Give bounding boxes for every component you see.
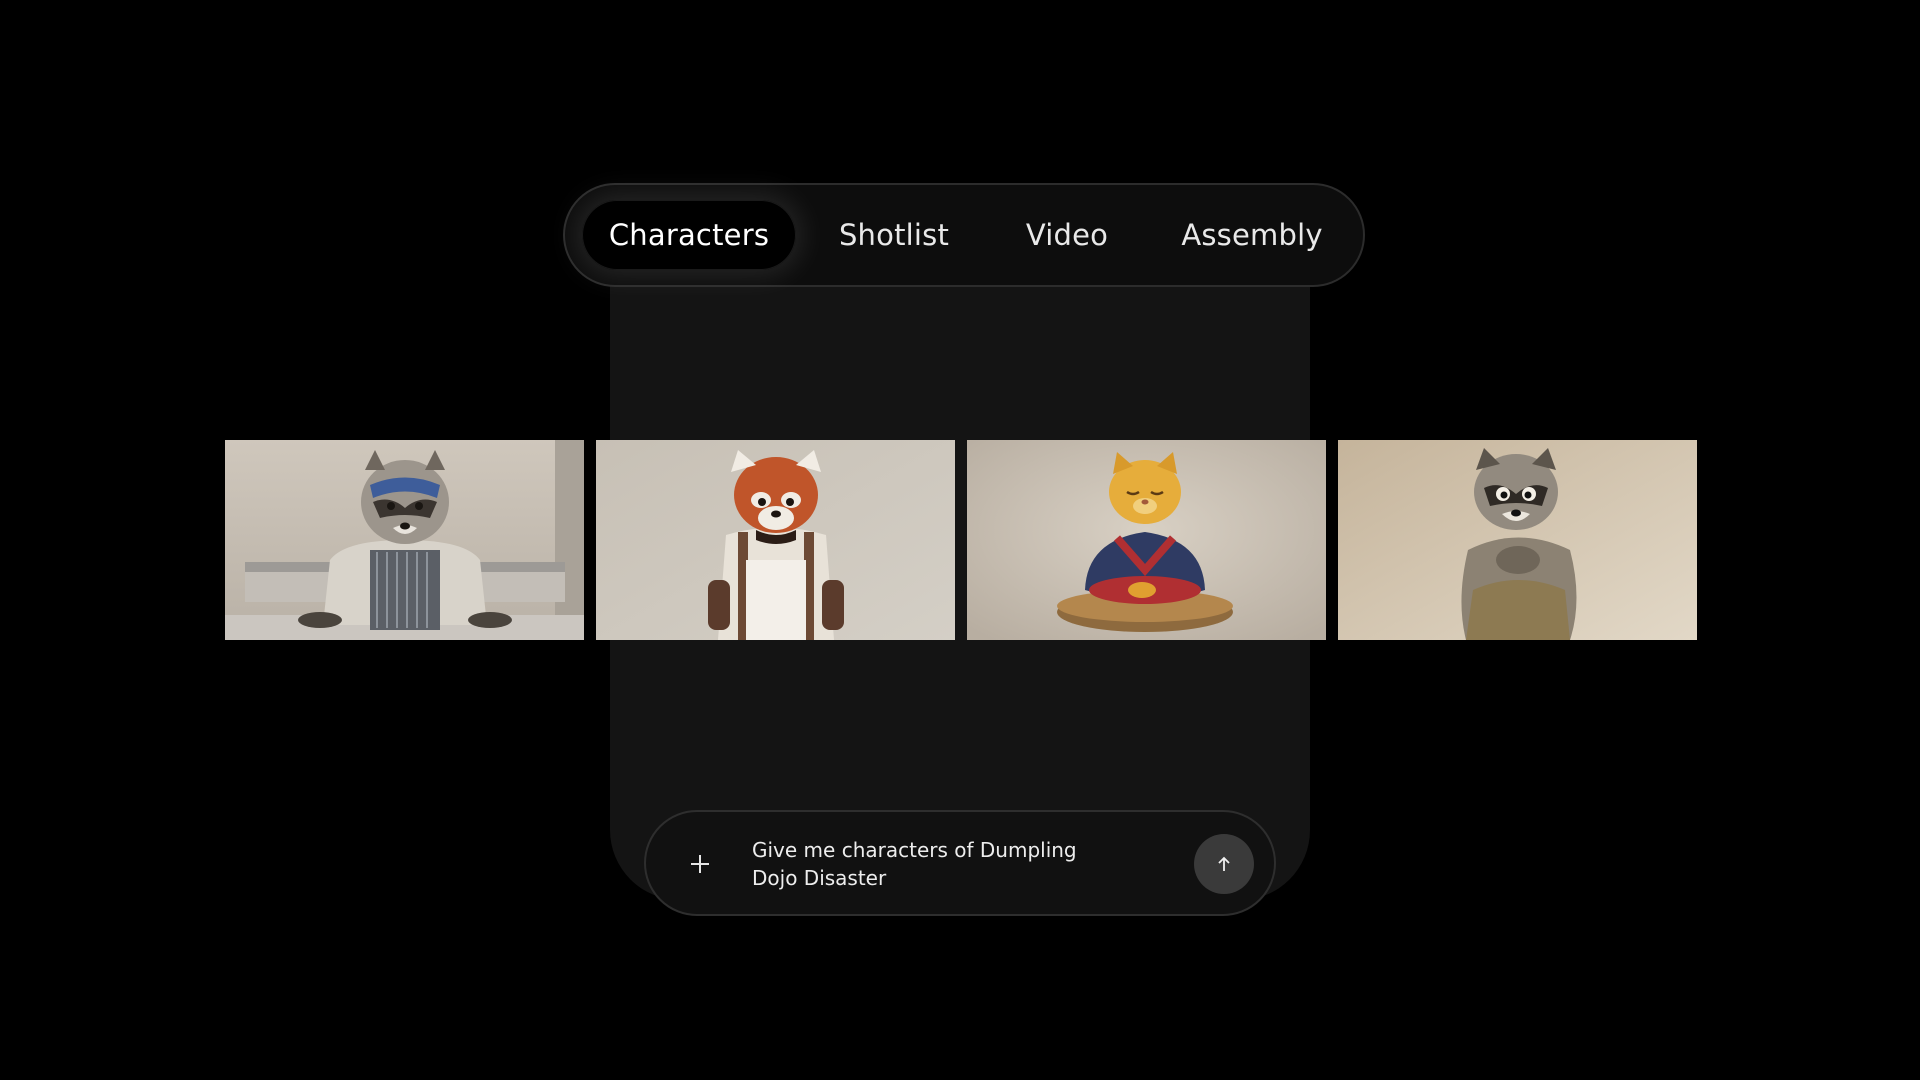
- app-stage: Characters Shotlist Video Assembly Give …: [0, 0, 1920, 1080]
- raccoon-chef-icon: [225, 440, 584, 640]
- red-panda-chef-icon: [596, 440, 955, 640]
- meditating-cat-icon: [967, 440, 1326, 640]
- prompt-input[interactable]: Give me characters of Dumpling Dojo Disa…: [752, 836, 1122, 892]
- raccoon-standing-icon: [1338, 440, 1697, 640]
- tab-characters[interactable]: Characters: [582, 200, 796, 270]
- tab-bar: Characters Shotlist Video Assembly: [563, 183, 1365, 287]
- plus-icon: [691, 855, 709, 873]
- tab-assembly[interactable]: Assembly: [1142, 200, 1362, 270]
- prompt-bar: Give me characters of Dumpling Dojo Disa…: [644, 810, 1276, 916]
- character-card-meditating-cat[interactable]: [967, 440, 1326, 640]
- arrow-up-icon: [1218, 856, 1230, 871]
- send-button[interactable]: [1194, 834, 1254, 894]
- tab-shotlist[interactable]: Shotlist: [796, 200, 992, 270]
- character-card-raccoon-standing[interactable]: [1338, 440, 1697, 640]
- character-card-red-panda-chef[interactable]: [596, 440, 955, 640]
- character-gallery: [225, 440, 1697, 640]
- tab-video[interactable]: Video: [992, 200, 1142, 270]
- character-card-raccoon-chef[interactable]: [225, 440, 584, 640]
- add-attachment-button[interactable]: [682, 846, 718, 882]
